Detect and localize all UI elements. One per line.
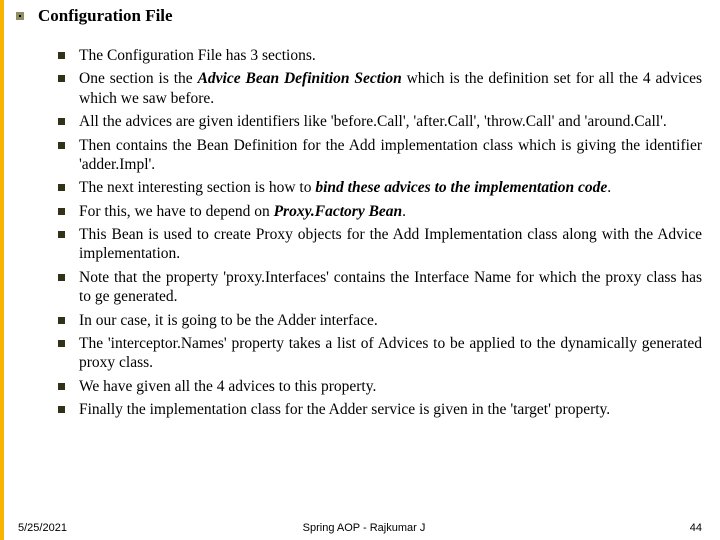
footer-center: Spring AOP - Rajkumar J — [4, 522, 720, 534]
bullet-icon — [58, 274, 65, 281]
bullet-icon — [58, 142, 65, 149]
bullet-text: This Bean is used to create Proxy object… — [79, 225, 702, 264]
bullet-icon — [58, 406, 65, 413]
list-item: One section is the Advice Bean Definitio… — [58, 69, 702, 108]
bullet-text: One section is the Advice Bean Definitio… — [79, 69, 702, 108]
bullet-text: The 'interceptor.Names' property takes a… — [79, 334, 702, 373]
list-item: All the advices are given identifiers li… — [58, 112, 702, 131]
list-item: For this, we have to depend on Proxy.Fac… — [58, 202, 702, 221]
slide-title: Configuration File — [38, 6, 173, 26]
list-item: Finally the implementation class for the… — [58, 400, 702, 419]
list-item: Note that the property 'proxy.Interfaces… — [58, 268, 702, 307]
list-item: Then contains the Bean Definition for th… — [58, 136, 702, 175]
bullet-icon — [58, 75, 65, 82]
bullet-icon — [58, 208, 65, 215]
title-row: Configuration File — [4, 0, 720, 26]
bullet-text: Then contains the Bean Definition for th… — [79, 136, 702, 175]
list-item: We have given all the 4 advices to this … — [58, 377, 702, 396]
bullet-text: The next interesting section is how to b… — [79, 178, 702, 197]
bullet-text: We have given all the 4 advices to this … — [79, 377, 702, 396]
bullet-icon — [58, 340, 65, 347]
bullet-icon — [58, 118, 65, 125]
bullet-text: The Configuration File has 3 sections. — [79, 46, 702, 65]
bullet-icon — [58, 317, 65, 324]
bullet-icon — [58, 383, 65, 390]
bullet-text: Note that the property 'proxy.Interfaces… — [79, 268, 702, 307]
bullet-text: Finally the implementation class for the… — [79, 400, 702, 419]
bullet-icon — [58, 231, 65, 238]
list-item: This Bean is used to create Proxy object… — [58, 225, 702, 264]
footer-page-number: 44 — [690, 522, 702, 534]
bullet-icon — [58, 52, 65, 59]
list-item: The next interesting section is how to b… — [58, 178, 702, 197]
list-item: The Configuration File has 3 sections. — [58, 46, 702, 65]
bullet-icon — [58, 184, 65, 191]
bullet-list: The Configuration File has 3 sections. O… — [4, 26, 720, 419]
list-item: In our case, it is going to be the Adder… — [58, 311, 702, 330]
bullet-text: For this, we have to depend on Proxy.Fac… — [79, 202, 702, 221]
slide: Configuration File The Configuration Fil… — [0, 0, 720, 540]
bullet-text: In our case, it is going to be the Adder… — [79, 311, 702, 330]
bullet-text: All the advices are given identifiers li… — [79, 112, 702, 131]
square-bullet-icon — [16, 12, 24, 20]
list-item: The 'interceptor.Names' property takes a… — [58, 334, 702, 373]
